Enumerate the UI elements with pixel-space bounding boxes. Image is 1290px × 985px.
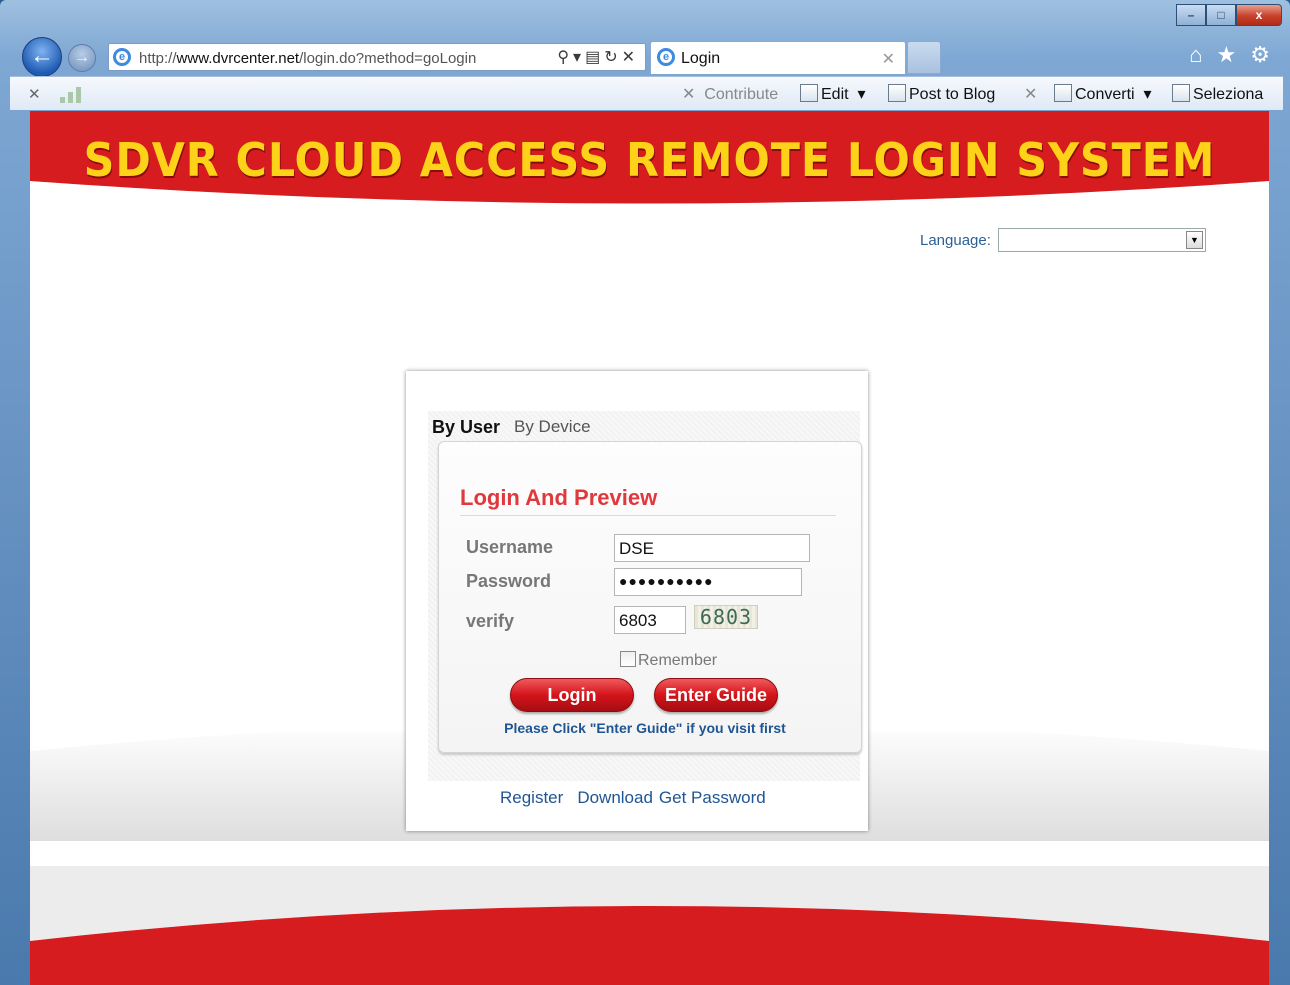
- get-password-link[interactable]: Get Password: [659, 788, 766, 807]
- edit-label: Edit: [821, 86, 849, 103]
- minimize-button[interactable]: –: [1176, 4, 1206, 26]
- login-panel: By User By Device Login And Preview User…: [406, 371, 868, 831]
- favorites-icon[interactable]: ★: [1217, 42, 1237, 68]
- blog-icon: [888, 84, 906, 102]
- new-tab-button[interactable]: [907, 41, 941, 74]
- post-to-blog-button[interactable]: Post to Blog: [888, 84, 995, 104]
- address-bar[interactable]: e http://www.dvrcenter.net/login.do?meth…: [108, 43, 646, 71]
- enter-guide-button[interactable]: Enter Guide: [654, 678, 778, 712]
- navigation-bar: ← → e http://www.dvrcenter.net/login.do?…: [0, 37, 1290, 77]
- compat-icon[interactable]: ▤: [585, 49, 604, 66]
- guide-hint: Please Click "Enter Guide" if you visit …: [504, 720, 786, 736]
- window-controls: – □ x: [1176, 4, 1282, 26]
- verify-field[interactable]: 6803: [614, 606, 686, 634]
- forward-icon[interactable]: →: [68, 44, 96, 72]
- ie-icon: e: [113, 48, 131, 66]
- form-title: Login And Preview: [460, 485, 658, 510]
- back-icon[interactable]: ←: [22, 37, 62, 77]
- ie-icon: e: [657, 48, 675, 66]
- page-content: SDVR CLOUD ACCESS REMOTE LOGIN SYSTEM La…: [30, 111, 1269, 985]
- chevron-down-icon[interactable]: ▼: [1186, 231, 1203, 249]
- contribute-button[interactable]: ✕ Contribute: [682, 84, 778, 104]
- contribute-label: Contribute: [704, 86, 779, 103]
- checkbox-icon[interactable]: [620, 651, 636, 667]
- search-icon[interactable]: ⚲: [557, 49, 573, 66]
- refresh-icon[interactable]: ↻: [604, 49, 621, 66]
- converti-icon: [1054, 84, 1072, 102]
- password-field[interactable]: ●●●●●●●●●●: [614, 568, 802, 596]
- close-blog-icon[interactable]: ✕: [1024, 84, 1037, 104]
- browser-window: – □ x ← → e http://www.dvrcenter.net/log…: [0, 0, 1290, 985]
- captcha-image[interactable]: 6803: [694, 605, 758, 629]
- url-path: /login.do?method=goLogin: [299, 50, 477, 67]
- verify-label: verify: [466, 611, 515, 631]
- url-host: www.dvrcenter.net: [176, 50, 300, 67]
- maximize-button[interactable]: □: [1206, 4, 1236, 26]
- edit-icon: [800, 84, 818, 102]
- settings-icon[interactable]: ⚙: [1250, 42, 1270, 68]
- password-label: Password: [466, 571, 552, 591]
- close-toolbar-icon[interactable]: ✕: [28, 85, 41, 103]
- seleziona-button[interactable]: Seleziona: [1172, 84, 1263, 104]
- tab-label: Login: [681, 50, 721, 67]
- remember-checkbox[interactable]: Remember: [620, 651, 717, 670]
- tab-login[interactable]: e Login ✕: [650, 41, 906, 74]
- login-button[interactable]: Login: [510, 678, 634, 712]
- pdf-icon: [1172, 84, 1190, 102]
- browser-toolbar-icons: ⌂ ★ ⚙: [1189, 42, 1270, 68]
- home-icon[interactable]: ⌂: [1189, 42, 1202, 68]
- language-label: Language:: [920, 232, 991, 249]
- divider: [460, 515, 836, 516]
- download-link[interactable]: Download: [577, 788, 653, 807]
- command-bar: ✕ ✕ Contribute Edit ▾ Post to Blog ✕ Con…: [10, 76, 1283, 110]
- edit-button[interactable]: Edit ▾: [800, 84, 866, 104]
- close-window-button[interactable]: x: [1236, 4, 1282, 26]
- url-prefix: http://: [139, 50, 177, 67]
- page-title: SDVR CLOUD ACCESS REMOTE LOGIN SYSTEM: [83, 133, 1216, 187]
- address-tools: ⚲▾▤↻✕: [557, 47, 639, 67]
- language-select[interactable]: ▼: [998, 228, 1206, 252]
- address-url[interactable]: http://www.dvrcenter.net/login.do?method…: [139, 50, 476, 67]
- remember-label: Remember: [638, 652, 718, 669]
- tab-by-device[interactable]: By Device: [514, 417, 591, 437]
- close-tab-icon[interactable]: ✕: [882, 49, 895, 69]
- dropdown-icon[interactable]: ▾: [573, 49, 585, 66]
- stop-icon[interactable]: ✕: [622, 49, 639, 66]
- post-to-blog-label: Post to Blog: [909, 86, 996, 103]
- footer-links: Register Download Get Password: [500, 788, 780, 808]
- converti-button[interactable]: Converti ▾: [1054, 84, 1152, 104]
- username-field[interactable]: DSE: [614, 534, 810, 562]
- signal-icon: [60, 85, 88, 103]
- register-link[interactable]: Register: [500, 788, 563, 807]
- converti-label: Converti: [1075, 86, 1135, 103]
- tab-by-user[interactable]: By User: [432, 417, 500, 438]
- username-label: Username: [466, 537, 554, 557]
- seleziona-label: Seleziona: [1193, 86, 1264, 103]
